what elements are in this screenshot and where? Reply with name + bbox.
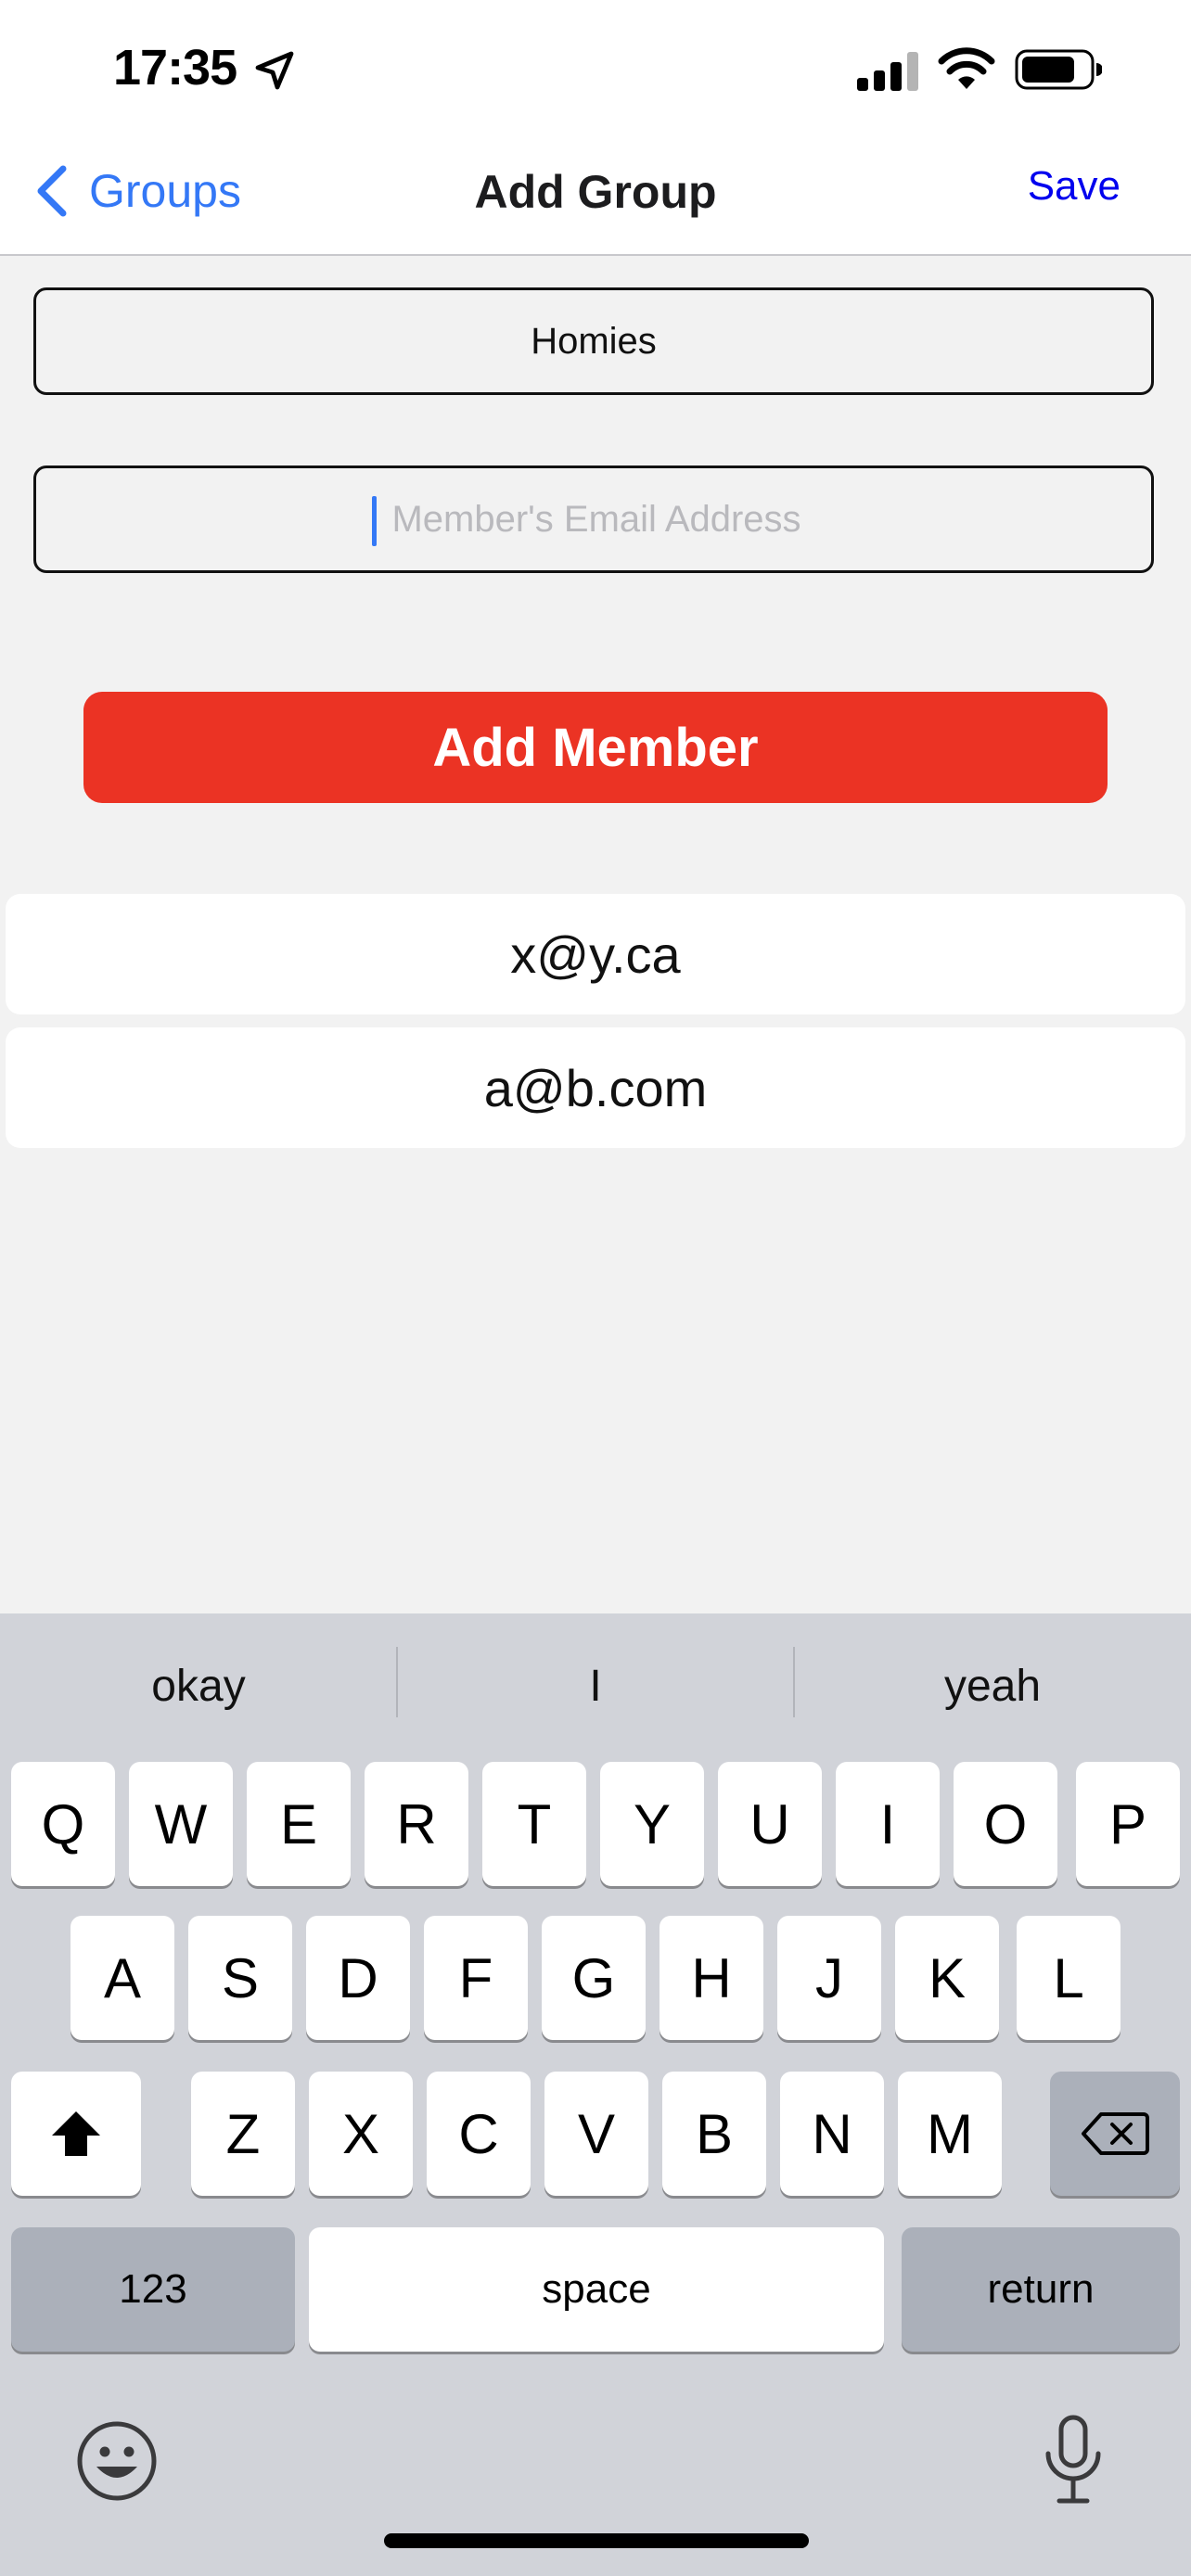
key-o[interactable]: O [954, 1762, 1057, 1886]
delete-key[interactable] [1050, 2072, 1180, 2196]
key-y[interactable]: Y [600, 1762, 704, 1886]
location-arrow-icon [255, 51, 294, 90]
cellular-signal-icon [857, 52, 918, 91]
shift-key[interactable] [11, 2072, 141, 2196]
key-i[interactable]: I [836, 1762, 940, 1886]
key-p[interactable]: P [1076, 1762, 1180, 1886]
group-name-field[interactable]: Homies [33, 287, 1154, 395]
key-a[interactable]: A [70, 1916, 174, 2040]
key-j[interactable]: J [777, 1916, 881, 2040]
key-f[interactable]: F [424, 1916, 528, 2040]
numbers-key[interactable]: 123 [11, 2227, 295, 2352]
key-m[interactable]: M [898, 2072, 1002, 2196]
status-time: 17:35 [113, 40, 237, 96]
text-cursor [372, 496, 377, 546]
emoji-icon[interactable] [74, 2418, 160, 2504]
navigation-bar: Groups Add Group Save [0, 139, 1191, 256]
keyboard: okay I yeah Q W E R T Y U I O P A S D F … [0, 1613, 1191, 2576]
return-key[interactable]: return [902, 2227, 1180, 2352]
shift-icon [52, 2111, 100, 2156]
key-l[interactable]: L [1017, 1916, 1121, 2040]
microphone-icon[interactable] [1043, 2415, 1104, 2506]
key-c[interactable]: C [427, 2072, 531, 2196]
home-indicator [384, 2533, 809, 2548]
member-list-item[interactable]: x@y.ca [6, 894, 1185, 1014]
key-q[interactable]: Q [11, 1762, 115, 1886]
member-email-placeholder: Member's Email Address [391, 498, 801, 540]
key-k[interactable]: K [895, 1916, 999, 2040]
add-member-button[interactable]: Add Member [83, 692, 1108, 803]
key-g[interactable]: G [542, 1916, 646, 2040]
member-list-item[interactable]: a@b.com [6, 1027, 1185, 1148]
key-v[interactable]: V [544, 2072, 648, 2196]
key-n[interactable]: N [780, 2072, 884, 2196]
delete-backspace-icon [1082, 2112, 1149, 2155]
key-z[interactable]: Z [191, 2072, 295, 2196]
key-h[interactable]: H [660, 1916, 763, 2040]
key-b[interactable]: B [662, 2072, 766, 2196]
key-d[interactable]: D [306, 1916, 410, 2040]
key-r[interactable]: R [365, 1762, 468, 1886]
member-email-field[interactable]: Member's Email Address [33, 465, 1154, 573]
space-key[interactable]: space [309, 2227, 884, 2352]
key-x[interactable]: X [309, 2072, 413, 2196]
key-t[interactable]: T [482, 1762, 586, 1886]
suggestion-bar: okay I yeah [0, 1613, 1191, 1758]
status-bar: 17:35 [0, 0, 1191, 139]
page-title: Add Group [474, 166, 717, 218]
key-s[interactable]: S [188, 1916, 292, 2040]
suggestion-item[interactable]: okay [0, 1613, 397, 1758]
group-name-value: Homies [531, 320, 657, 362]
suggestion-item[interactable]: I [397, 1613, 794, 1758]
key-u[interactable]: U [718, 1762, 822, 1886]
key-e[interactable]: E [247, 1762, 351, 1886]
suggestion-item[interactable]: yeah [794, 1613, 1191, 1758]
save-button[interactable]: Save [1028, 163, 1121, 210]
wifi-icon [938, 47, 995, 89]
key-w[interactable]: W [129, 1762, 233, 1886]
battery-icon [1015, 49, 1102, 90]
